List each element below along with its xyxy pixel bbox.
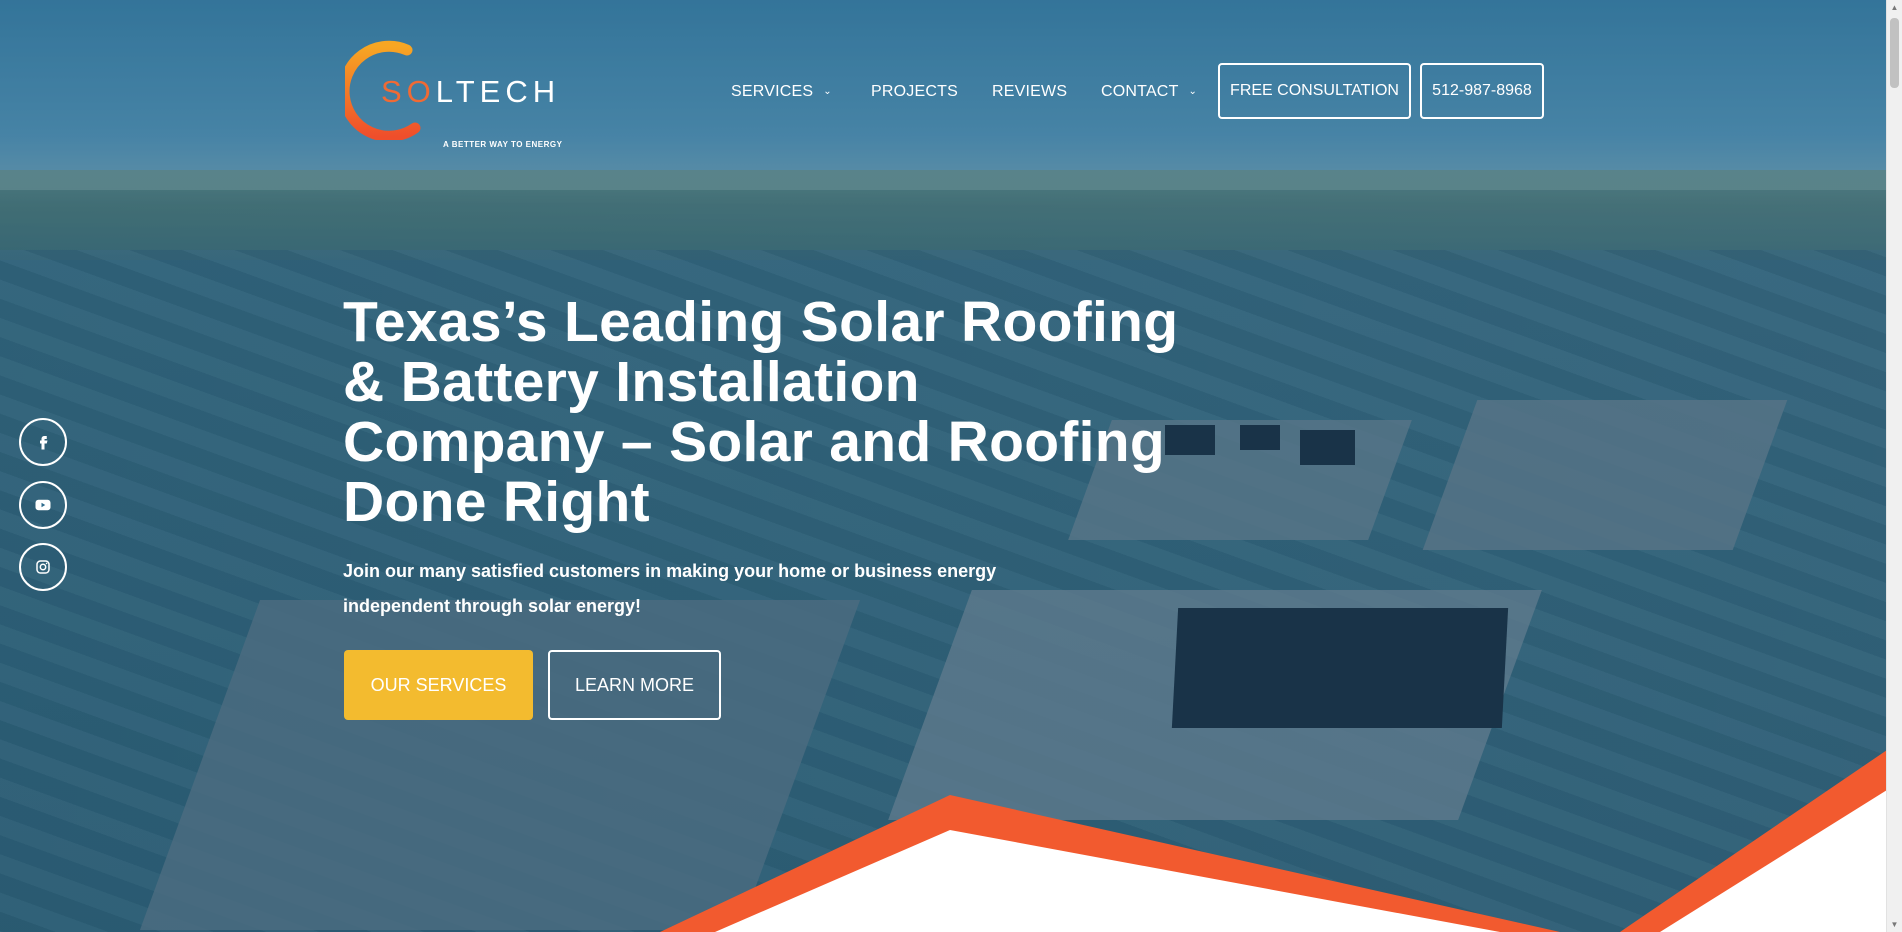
learn-more-label: LEARN MORE bbox=[574, 674, 695, 695]
learn-more-button[interactable]: LEARN MORE bbox=[548, 650, 721, 720]
instagram-button[interactable] bbox=[19, 543, 67, 591]
nav-projects[interactable]: PROJECTS bbox=[871, 63, 958, 121]
instagram-icon bbox=[36, 560, 50, 574]
youtube-icon bbox=[35, 499, 51, 511]
logo-wordmark: SOLTECH bbox=[381, 74, 561, 109]
our-services-label: OUR SERVICES bbox=[370, 674, 507, 695]
phone-button[interactable]: 512-987-8968 bbox=[1420, 63, 1544, 119]
chevron-down-icon: ⌄ bbox=[1188, 85, 1198, 97]
scroll-up-icon[interactable]: ▲ bbox=[1887, 0, 1902, 15]
nav-contact-label: CONTACT bbox=[1101, 83, 1179, 100]
scroll-down-icon[interactable]: ▼ bbox=[1887, 917, 1902, 932]
youtube-button[interactable] bbox=[19, 481, 67, 529]
free-consultation-button[interactable]: FREE CONSULTATION bbox=[1218, 63, 1411, 119]
phone-label: 512-987-8968 bbox=[1432, 82, 1532, 99]
hero-subheadline: Join our many satisfied customers in mak… bbox=[343, 561, 997, 616]
facebook-icon bbox=[40, 436, 48, 450]
nav-reviews-label: REVIEWS bbox=[992, 83, 1068, 100]
nav-reviews[interactable]: REVIEWS bbox=[992, 63, 1067, 121]
nav-services-label: SERVICES bbox=[731, 83, 814, 100]
logo-tagline: A BETTER WAY TO ENERGY bbox=[443, 140, 563, 149]
page-scrollbar[interactable]: ▲ ▼ bbox=[1886, 0, 1902, 932]
our-services-button[interactable]: OUR SERVICES bbox=[344, 650, 533, 720]
nav-contact[interactable]: CONTACT ⌄ bbox=[1101, 63, 1197, 121]
facebook-button[interactable] bbox=[19, 418, 67, 466]
chevron-down-icon: ⌄ bbox=[823, 85, 832, 97]
site-logo[interactable]: SOLTECH A BETTER WAY TO ENERGY bbox=[345, 40, 562, 149]
scrollbar-thumb[interactable] bbox=[1890, 18, 1899, 88]
nav-projects-label: PROJECTS bbox=[871, 83, 958, 100]
free-consultation-label: FREE CONSULTATION bbox=[1230, 82, 1399, 99]
hero-headline: Texas’s Leading Solar Roofing & Battery … bbox=[343, 290, 1179, 534]
nav-services[interactable]: SERVICES ⌄ bbox=[731, 63, 832, 121]
